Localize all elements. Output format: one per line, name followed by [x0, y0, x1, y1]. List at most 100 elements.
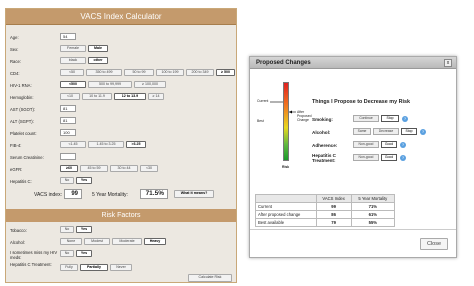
cd4-50-99-button[interactable]: 50 to 99 — [124, 69, 154, 76]
cd4-lt50-button[interactable]: <50 — [60, 69, 84, 76]
mortality-value: 71.5% — [140, 189, 168, 199]
hcvtx-never-button[interactable]: Never — [110, 264, 132, 271]
calculate-risk-button[interactable]: Calculate Risk — [188, 274, 232, 282]
hemo-12-139-button[interactable]: 12 to 13.9 — [114, 93, 146, 100]
table-header: VACS Index — [315, 194, 352, 203]
modal-alcohol-label: Alcohol: — [312, 130, 331, 135]
meds-no-button[interactable]: No — [60, 250, 74, 257]
hemo-lt10-button[interactable]: <10 — [60, 93, 80, 100]
rna-500-99999-button[interactable]: 500 to 99,999 — [88, 81, 132, 88]
hepc-tx-nongood-button[interactable]: Non-good — [353, 154, 379, 161]
fib4-label: FIB-4: — [10, 143, 22, 148]
cd4-100-199-button[interactable]: 100 to 199 — [156, 69, 184, 76]
smoking-continue-button[interactable]: Continue — [353, 115, 379, 122]
table-header — [255, 194, 317, 203]
hepc-help-icon[interactable]: ? — [400, 154, 406, 161]
table-cell: 99 — [315, 202, 352, 211]
egfr-30-44-button[interactable]: 30 to 44 — [110, 165, 138, 172]
adherence-nongood-button[interactable]: Non-good — [353, 141, 379, 148]
alt-input[interactable]: 81 — [60, 117, 76, 124]
creatinine-label: Serum Creatinine: — [10, 155, 44, 160]
hemo-ge14-button[interactable]: ≥ 14 — [148, 93, 164, 100]
results-table: VACS Index 5 Year Mortality Current 99 7… — [255, 194, 396, 227]
platelet-input[interactable]: 100 — [60, 129, 76, 136]
adherence-label: Adherence: — [312, 143, 338, 148]
risk-factors-title: Risk Factors — [6, 209, 236, 222]
sex-male-button[interactable]: Male — [88, 45, 108, 52]
hepc-tx-good-button[interactable]: Good — [381, 154, 397, 161]
ast-input[interactable]: 81 — [60, 105, 76, 112]
meds-label: I sometimes miss my HIV meds: — [10, 250, 58, 260]
meds-yes-button[interactable]: Yes — [76, 250, 92, 257]
adherence-help-icon[interactable]: ? — [400, 141, 406, 148]
vacs-calculator-panel: VACS Index Calculator Age: 54 Sex: Femal… — [5, 8, 237, 283]
platelet-label: Platelet count: — [10, 131, 37, 136]
race-black-button[interactable]: black — [60, 57, 86, 64]
table-row: Best available 79 55% — [255, 218, 396, 227]
cd4-label: CD4: — [10, 71, 20, 76]
sex-female-button[interactable]: Female — [60, 45, 86, 52]
smoking-label: Smoking: — [312, 117, 333, 122]
modal-alcohol-stop-button[interactable]: Stop — [401, 128, 417, 135]
cd4-200-349-button[interactable]: 200 to 349 — [186, 69, 214, 76]
tobacco-label: Tobacco: — [10, 228, 27, 233]
hepc-label: Hepatitis C: — [10, 179, 32, 184]
modal-alcohol-same-button[interactable]: Same — [353, 128, 371, 135]
sex-label: Sex: — [10, 47, 19, 52]
table-cell: 86 — [315, 210, 352, 219]
vacs-index-value: 99 — [64, 189, 82, 199]
hiv-rna-label: HIV-1 RNA: — [10, 83, 32, 88]
smoking-help-icon[interactable]: ? — [402, 115, 408, 122]
hcvtx-partially-button[interactable]: Partially — [80, 264, 108, 271]
egfr-lt30-button[interactable]: <30 — [140, 165, 158, 172]
proposed-changes-dialog: Proposed Changes x Current Best After Pr… — [249, 56, 457, 258]
hcv-treatment-label: Hepatitis C Treatment: — [10, 262, 52, 267]
mortality-label: 5 Year Mortality: — [92, 192, 128, 198]
fib4-lt145-button[interactable]: <1.45 — [60, 141, 86, 148]
table-cell: Best available — [255, 218, 317, 227]
adherence-good-button[interactable]: Good — [381, 141, 397, 148]
creatinine-input[interactable] — [60, 153, 76, 160]
table-header-row: VACS Index 5 Year Mortality — [255, 194, 396, 203]
smoking-stop-button[interactable]: Stop — [381, 115, 399, 122]
proposal-heading: Things I Propose to Decrease my Risk — [312, 99, 410, 105]
alcohol-heavy-button[interactable]: Heavy — [144, 238, 166, 245]
rna-ge100000-button[interactable]: ≥ 100,000 — [134, 81, 166, 88]
hepc-no-button[interactable]: No — [60, 177, 74, 184]
alcohol-moderate-button[interactable]: Moderate — [112, 238, 142, 245]
age-input[interactable]: 54 — [60, 33, 76, 40]
alcohol-modest-button[interactable]: Modest — [84, 238, 110, 245]
calculator-title: VACS Index Calculator — [6, 9, 236, 25]
fib4-gt325-button[interactable]: >3.25 — [126, 141, 146, 148]
alcohol-help-icon[interactable]: ? — [420, 128, 426, 135]
egfr-45-59-button[interactable]: 45 to 59 — [80, 165, 108, 172]
table-cell: 55% — [350, 218, 396, 227]
rna-lt500-button[interactable]: <500 — [60, 81, 86, 88]
table-row: After proposed change 86 61% — [255, 210, 396, 219]
cd4-350-499-button[interactable]: 350 to 499 — [86, 69, 122, 76]
modal-hepc-label: Hepatitis C Treatment: — [312, 153, 336, 163]
close-button[interactable]: Close — [420, 238, 448, 250]
egfr-ge60-button[interactable]: ≥60 — [60, 165, 78, 172]
hemoglobin-label: Hemoglobin: — [10, 95, 34, 100]
fib4-145-325-button[interactable]: 1.45 to 3.25 — [88, 141, 124, 148]
tobacco-no-button[interactable]: No — [60, 226, 74, 233]
age-label: Age: — [10, 35, 19, 40]
modal-alcohol-decrease-button[interactable]: Decrease — [373, 128, 399, 135]
hemo-10-119-button[interactable]: 10 to 11.9 — [82, 93, 112, 100]
hepc-yes-button[interactable]: Yes — [76, 177, 92, 184]
tobacco-yes-button[interactable]: Yes — [76, 226, 92, 233]
ast-label: AST (SGOT): — [10, 107, 36, 112]
hcvtx-fully-button[interactable]: Fully — [60, 264, 78, 271]
table-header: 5 Year Mortality — [350, 194, 396, 203]
alt-label: ALT (SGPT): — [10, 119, 34, 124]
what-it-means-button[interactable]: What it means? — [174, 190, 214, 198]
table-cell: After proposed change — [255, 210, 317, 219]
table-cell: 61% — [350, 210, 396, 219]
egfr-label: eGFR: — [10, 167, 23, 172]
race-other-button[interactable]: other — [88, 57, 108, 64]
alcohol-none-button[interactable]: None — [60, 238, 82, 245]
dialog-divider — [250, 229, 456, 230]
cd4-ge500-button[interactable]: ≥ 500 — [216, 69, 235, 76]
risk-label: Risk — [282, 165, 290, 169]
